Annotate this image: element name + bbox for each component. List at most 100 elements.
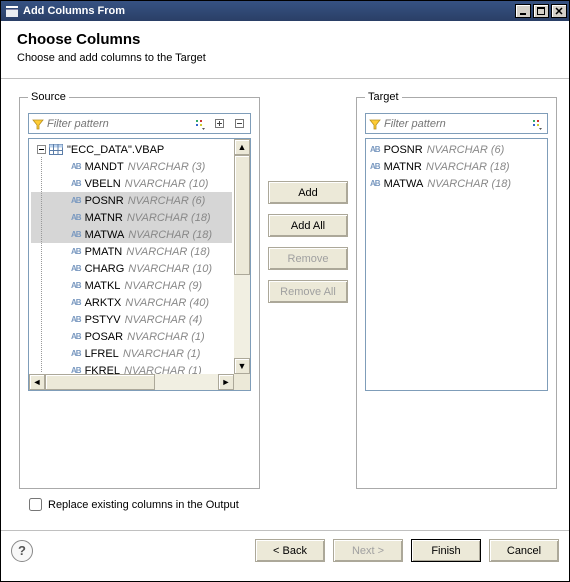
source-panel: Source [19,91,260,489]
finish-button[interactable]: Finish [411,539,481,562]
tree-root[interactable]: "ECC_DATA".VBAP [31,141,232,158]
cancel-button[interactable]: Cancel [489,539,559,562]
column-type-icon: AB [71,162,81,171]
source-column-item[interactable]: AB MATWANVARCHAR (18) [31,226,232,243]
column-name: CHARG [85,263,125,275]
column-name: POSAR [85,331,124,343]
column-name: MATNR [85,212,123,224]
source-column-item[interactable]: AB PSTYV NVARCHAR (4) [31,311,232,328]
target-filter-input[interactable] [384,115,527,133]
target-column-item[interactable]: AB MATWANVARCHAR (18) [370,175,543,192]
target-column-item[interactable]: ABPOSNRNVARCHAR (6) [370,141,543,158]
source-column-item[interactable]: AB FKREL NVARCHAR (1) [31,362,232,374]
minimize-button[interactable] [515,4,531,18]
column-type: NVARCHAR (10) [125,178,209,190]
add-button[interactable]: Add [268,181,348,204]
filter-icon [366,118,384,130]
tree-root-label: "ECC_DATA".VBAP [67,144,164,156]
column-type-icon: AB [71,332,81,341]
column-type-icon: AB [370,145,380,154]
column-type: NVARCHAR (1) [124,365,202,375]
column-type: NVARCHAR (18) [427,178,511,190]
source-legend: Source [28,91,69,103]
column-type-icon: AB [71,247,81,256]
maximize-button[interactable] [533,4,549,18]
source-column-item[interactable]: AB POSARNVARCHAR (1) [31,328,232,345]
column-type: NVARCHAR (18) [128,229,212,241]
column-type: NVARCHAR (10) [128,263,212,275]
column-type-icon: AB [370,179,380,188]
remove-button[interactable]: Remove [268,247,348,270]
target-legend: Target [365,91,402,103]
column-name: POSNR [85,195,124,207]
target-column-item[interactable]: AB MATNR NVARCHAR (18) [370,158,543,175]
help-icon[interactable]: ? [11,540,33,562]
wizard-header: Choose Columns Choose and add columns to… [1,21,569,79]
column-type-icon: AB [71,281,81,290]
source-column-item[interactable]: ABPMATNNVARCHAR (18) [31,243,232,260]
column-type-icon: AB [370,162,380,171]
source-filter-input[interactable] [47,115,190,133]
column-type: NVARCHAR (3) [128,161,206,173]
column-name: MANDT [85,161,124,173]
target-panel: Target ABPOSNRNVARCHAR (6)ABMATNRNVARCHA… [356,91,557,489]
source-tree[interactable]: "ECC_DATA".VBAP AB MANDT NVARCHAR (3) AB VBE… [28,138,251,391]
next-button[interactable]: Next > [333,539,403,562]
target-list[interactable]: ABPOSNRNVARCHAR (6)ABMATNRNVARCHAR (18)A… [365,138,548,391]
source-column-item[interactable]: AB MATNR NVARCHAR (18) [31,209,232,226]
column-name: MATWA [85,229,125,241]
column-name: VBELN [85,178,121,190]
column-type-icon: AB [71,315,81,324]
column-name: MATNR [384,161,422,173]
column-name: MATKL [85,280,121,292]
expand-all-icon[interactable] [211,115,229,133]
column-type-icon: AB [71,264,81,273]
column-type: NVARCHAR (18) [127,212,211,224]
options-icon[interactable] [191,115,209,133]
source-column-item[interactable]: AB MANDT NVARCHAR (3) [31,158,232,175]
replace-existing-label: Replace existing columns in the Output [48,499,239,511]
column-type: NVARCHAR (40) [125,297,209,309]
filter-icon [29,118,47,130]
column-type: NVARCHAR (4) [125,314,203,326]
column-type: NVARCHAR (9) [124,280,202,292]
column-name: PSTYV [85,314,121,326]
column-name: LFREL [85,348,119,360]
column-type-icon: AB [71,349,81,358]
column-type-icon: AB [71,179,81,188]
column-name: FKREL [85,365,120,375]
source-column-item[interactable]: ABPOSNRNVARCHAR (6) [31,192,232,209]
collapse-all-icon[interactable] [231,115,249,133]
source-column-item[interactable]: AB LFREL NVARCHAR (1) [31,345,232,362]
page-title: Choose Columns [17,31,553,48]
column-type-icon: AB [71,213,81,222]
source-column-item[interactable]: AB CHARGNVARCHAR (10) [31,260,232,277]
column-name: MATWA [384,178,424,190]
column-type-icon: AB [71,196,81,205]
column-name: ARKTX [85,297,122,309]
horizontal-scrollbar[interactable]: ◄► [29,374,234,390]
source-column-item[interactable]: AB ARKTXNVARCHAR (40) [31,294,232,311]
table-icon [49,144,63,156]
column-type: NVARCHAR (1) [127,331,205,343]
add-all-button[interactable]: Add All [268,214,348,237]
remove-all-button[interactable]: Remove All [268,280,348,303]
replace-existing-checkbox[interactable] [29,498,42,511]
close-button[interactable] [551,4,567,18]
collapse-icon[interactable] [35,144,47,156]
column-type-icon: AB [71,298,81,307]
vertical-scrollbar[interactable]: ▲▼ [234,139,250,374]
column-type-icon: AB [71,230,81,239]
column-type: NVARCHAR (1) [123,348,201,360]
window-title: Add Columns From [23,5,515,17]
source-column-item[interactable]: AB VBELN NVARCHAR (10) [31,175,232,192]
column-type-icon: AB [71,366,81,374]
options-icon[interactable] [528,115,546,133]
source-column-item[interactable]: AB MATKLNVARCHAR (9) [31,277,232,294]
column-type: NVARCHAR (18) [426,161,510,173]
back-button[interactable]: < Back [255,539,325,562]
column-name: PMATN [85,246,123,258]
page-subtitle: Choose and add columns to the Target [17,52,553,64]
column-type: NVARCHAR (6) [427,144,505,156]
titlebar: Add Columns From [1,1,569,21]
